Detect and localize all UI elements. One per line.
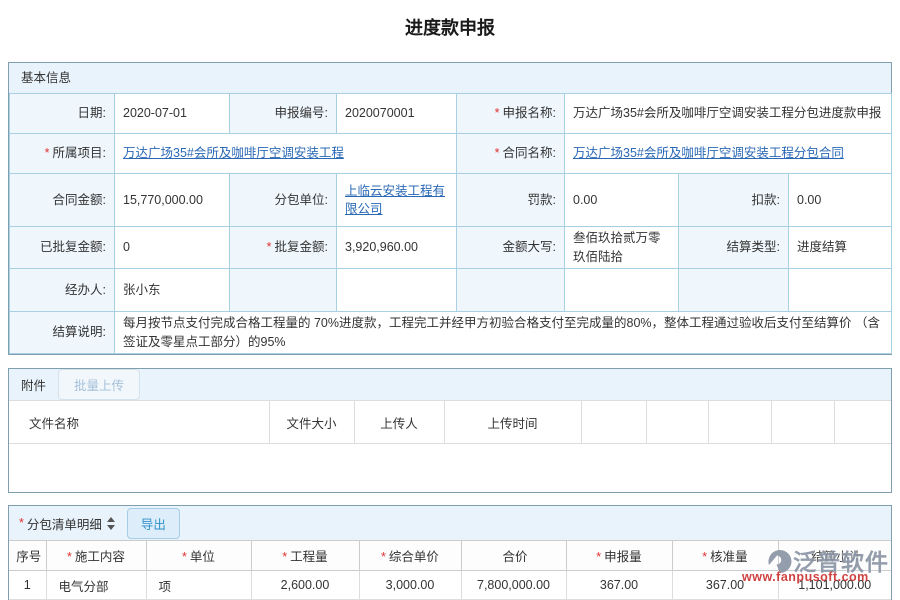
attachments-col-filename: 文件名称	[9, 401, 269, 444]
sort-icon[interactable]	[107, 517, 115, 530]
detail-table: 序号 *施工内容 *单位 *工程量 *综合单价 合价 *申报量 *核准量 结算小…	[9, 540, 891, 600]
project-link[interactable]: 万达广场35#会所及咖啡厅空调安装工程	[123, 146, 344, 160]
declare-name-label: *申报名称:	[457, 94, 565, 134]
attachments-section: 附件 批量上传 文件名称 文件大小 上传人 上传时间	[8, 368, 892, 493]
attachments-col-empty	[708, 401, 771, 444]
subcontractor-link[interactable]: 上临云安装工程有限公司	[345, 184, 445, 216]
empty-cell	[337, 269, 457, 312]
detail-col-no: 序号	[9, 541, 46, 571]
attachments-col-uploader: 上传人	[354, 401, 444, 444]
attachments-col-empty	[646, 401, 708, 444]
basic-info-section: 基本信息 日期: 2020-07-01 申报编号: 2020070001 *申报…	[8, 62, 892, 355]
settlement-type-value: 进度结算	[789, 227, 892, 269]
approval-amount-label: *批复金额:	[230, 227, 337, 269]
detail-col-unit: *单位	[146, 541, 251, 571]
table-row: 1 电气分部 项 2,600.00 3,000.00 7,800,000.00 …	[9, 571, 891, 600]
export-button[interactable]: 导出	[127, 508, 180, 539]
attachments-header: 附件 批量上传	[9, 369, 891, 400]
attachments-col-empty	[771, 401, 834, 444]
detail-cell-no: 1	[9, 571, 46, 600]
detail-cell-unit: 项	[146, 571, 251, 600]
project-value: 万达广场35#会所及咖啡厅空调安装工程	[115, 134, 457, 174]
attachments-title: 附件	[21, 375, 46, 394]
settlement-type-label: 结算类型:	[679, 227, 789, 269]
settlement-note-label: 结算说明:	[10, 312, 115, 354]
page: 进度款申报 基本信息 日期: 2020-07-01 申报编号: 20200700…	[0, 0, 900, 600]
handler-value: 张小东	[115, 269, 230, 312]
attachments-col-empty	[834, 401, 891, 444]
empty-cell	[230, 269, 337, 312]
detail-cell-content: 电气分部	[46, 571, 146, 600]
detail-col-quantity: *工程量	[251, 541, 359, 571]
detail-col-approved-qty: *核准量	[672, 541, 778, 571]
sort-desc-icon	[107, 525, 115, 530]
subcontractor-label: 分包单位:	[230, 174, 337, 227]
declare-no-value: 2020070001	[337, 94, 457, 134]
detail-col-declared-qty: *申报量	[566, 541, 672, 571]
contract-name-label: *合同名称:	[457, 134, 565, 174]
approval-amount-value: 3,920,960.00	[337, 227, 457, 269]
contract-name-link[interactable]: 万达广场35#会所及咖啡厅空调安装工程分包合同	[573, 146, 844, 160]
penalty-label: 罚款:	[457, 174, 565, 227]
contract-name-value: 万达广场35#会所及咖啡厅空调安装工程分包合同	[565, 134, 892, 174]
contract-amount-value: 15,770,000.00	[115, 174, 230, 227]
amount-in-words-label: 金额大写:	[457, 227, 565, 269]
detail-cell-unit-price: 3,000.00	[359, 571, 461, 600]
detail-col-total-price: 合价	[461, 541, 566, 571]
detail-col-subtotal: 结算小计	[778, 541, 891, 571]
amount-in-words-value: 叁佰玖拾贰万零玖佰陆拾	[565, 227, 679, 269]
project-label: *所属项目:	[10, 134, 115, 174]
handler-label: 经办人:	[10, 269, 115, 312]
attachments-col-uploadtime: 上传时间	[444, 401, 581, 444]
detail-section: * 分包清单明细 导出 序号 *施工内容 *单位 *工程量 *综合单价 合价 *…	[8, 505, 892, 600]
empty-cell	[565, 269, 679, 312]
deduction-label: 扣款:	[679, 174, 789, 227]
attachments-col-filesize: 文件大小	[269, 401, 354, 444]
approved-amount-label: 已批复金额:	[10, 227, 115, 269]
detail-cell-declared-qty: 367.00	[566, 571, 672, 600]
declare-name-value: 万达广场35#会所及咖啡厅空调安装工程分包进度款申报	[565, 94, 892, 134]
attachments-col-empty	[581, 401, 646, 444]
contract-amount-label: 合同金额:	[10, 174, 115, 227]
approved-amount-value: 0	[115, 227, 230, 269]
detail-cell-total-price: 7,800,000.00	[461, 571, 566, 600]
detail-col-unit-price: *综合单价	[359, 541, 461, 571]
detail-cell-subtotal: 1,101,000.00	[778, 571, 891, 600]
batch-upload-button[interactable]: 批量上传	[58, 369, 140, 400]
declare-no-label: 申报编号:	[230, 94, 337, 134]
detail-required-mark: *	[19, 516, 24, 530]
detail-title: 分包清单明细	[27, 514, 102, 533]
subcontractor-value: 上临云安装工程有限公司	[337, 174, 457, 227]
empty-cell	[457, 269, 565, 312]
penalty-value: 0.00	[565, 174, 679, 227]
basic-info-table: 日期: 2020-07-01 申报编号: 2020070001 *申报名称: 万…	[9, 93, 892, 354]
deduction-value: 0.00	[789, 174, 892, 227]
empty-cell	[789, 269, 892, 312]
detail-col-content: *施工内容	[46, 541, 146, 571]
detail-cell-quantity: 2,600.00	[251, 571, 359, 600]
attachments-empty-body	[9, 444, 891, 492]
detail-header: * 分包清单明细 导出	[9, 506, 891, 540]
detail-cell-approved-qty: 367.00	[672, 571, 778, 600]
empty-cell	[679, 269, 789, 312]
attachments-table: 文件名称 文件大小 上传人 上传时间	[9, 400, 891, 444]
page-title: 进度款申报	[0, 14, 900, 40]
settlement-note-value: 每月按节点支付完成合格工程量的 70%进度款，工程完工并经甲方初验合格支付至完成…	[115, 312, 892, 354]
basic-info-section-title: 基本信息	[9, 63, 891, 93]
date-value: 2020-07-01	[115, 94, 230, 134]
sort-asc-icon	[107, 517, 115, 522]
date-label: 日期:	[10, 94, 115, 134]
